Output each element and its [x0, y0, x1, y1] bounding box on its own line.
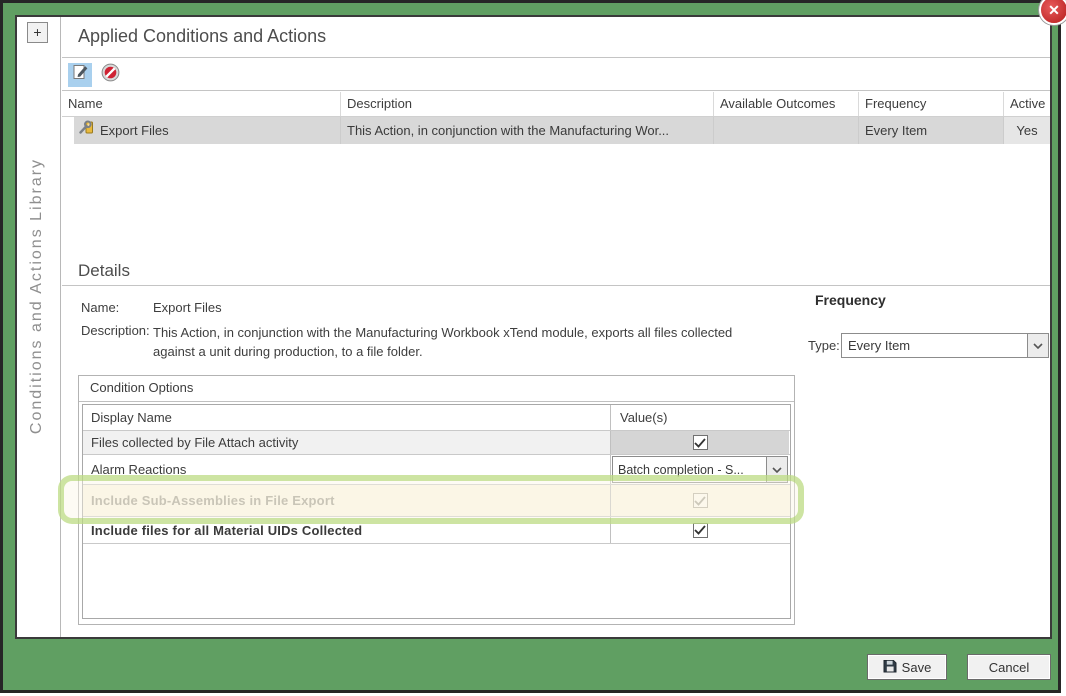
window-frame: + Conditions and Actions Library Applied…: [0, 0, 1061, 693]
condition-table-header: Display Name Value(s): [83, 405, 790, 431]
save-label: Save: [902, 660, 932, 675]
details-description-row: Description: This Action, in conjunction…: [81, 323, 150, 338]
action-icon: [78, 117, 94, 144]
column-header-active[interactable]: Active: [1004, 92, 1050, 116]
condition-options-group: Condition Options Display Name Value(s) …: [78, 375, 795, 625]
chevron-down-icon[interactable]: [1027, 334, 1048, 357]
files-collected-checkbox[interactable]: [693, 435, 708, 450]
frequency-type-dropdown[interactable]: Every Item: [841, 333, 1049, 358]
header: Applied Conditions and Actions: [62, 17, 1050, 58]
sidebar-title: Conditions and Actions Library: [26, 96, 48, 496]
row-active-cell: Yes: [1004, 117, 1050, 144]
column-header-available-outcomes[interactable]: Available Outcomes: [714, 92, 859, 116]
include-material-uids-checkbox[interactable]: [693, 523, 708, 538]
cancel-button[interactable]: Cancel: [967, 654, 1051, 680]
column-header-values: Value(s): [611, 405, 789, 430]
row-description-cell: This Action, in conjunction with the Man…: [341, 117, 714, 144]
column-header-display-name: Display Name: [83, 405, 611, 430]
dialog: + Conditions and Actions Library Applied…: [15, 15, 1052, 639]
condition-name: Include files for all Material UIDs Coll…: [83, 517, 611, 543]
expand-library-button[interactable]: +: [27, 22, 48, 43]
condition-name: Files collected by File Attach activity: [83, 431, 611, 454]
condition-row-files-collected[interactable]: Files collected by File Attach activity: [83, 431, 790, 455]
frequency-type-value: Every Item: [842, 338, 1027, 353]
check-icon: [694, 496, 706, 506]
name-value: Export Files: [153, 300, 222, 315]
cancel-label: Cancel: [989, 660, 1029, 675]
check-icon: [694, 438, 706, 448]
condition-options-table: Display Name Value(s) Files collected by…: [82, 404, 791, 619]
column-header-name[interactable]: Name: [62, 92, 341, 116]
condition-options-title: Condition Options: [90, 380, 193, 395]
description-label: Description:: [81, 323, 150, 338]
column-header-frequency[interactable]: Frequency: [859, 92, 1004, 116]
condition-row-alarm-reactions[interactable]: Alarm Reactions Batch completion - S...: [83, 455, 790, 485]
description-value: This Action, in conjunction with the Man…: [153, 323, 775, 361]
column-header-description[interactable]: Description: [341, 92, 714, 116]
save-icon: [883, 659, 897, 676]
details-title: Details: [78, 261, 130, 281]
sidebar-conditions-library[interactable]: + Conditions and Actions Library: [17, 17, 61, 637]
table-row-export-files[interactable]: Export Files This Action, in conjunction…: [62, 117, 1050, 144]
frequency-type-row: Type: Every Item: [808, 338, 840, 353]
page-title: Applied Conditions and Actions: [78, 26, 326, 47]
row-available-outcomes-cell: [714, 117, 859, 144]
toolbar: [62, 59, 1050, 91]
applied-table-header: Name Description Available Outcomes Freq…: [62, 92, 1050, 117]
alarm-reactions-value: Batch completion - S...: [613, 463, 766, 477]
condition-row-include-material-uids[interactable]: Include files for all Material UIDs Coll…: [83, 517, 790, 544]
row-frequency-cell: Every Item: [859, 117, 1004, 144]
frequency-title: Frequency: [815, 292, 886, 308]
details-name-row: Name: Export Files: [81, 300, 119, 315]
alarm-reactions-dropdown[interactable]: Batch completion - S...: [612, 456, 788, 483]
edit-button[interactable]: [68, 63, 92, 87]
condition-name: Alarm Reactions: [83, 455, 611, 484]
divider: [79, 401, 794, 402]
row-name-cell: Export Files: [74, 117, 341, 144]
details-header: Details: [62, 258, 1050, 286]
chevron-down-icon[interactable]: [766, 457, 787, 482]
save-button[interactable]: Save: [867, 654, 947, 680]
row-name-text: Export Files: [100, 117, 169, 144]
type-label: Type:: [808, 338, 840, 353]
edit-icon: [72, 64, 89, 86]
check-icon: [694, 525, 706, 535]
condition-name: Include Sub-Assemblies in File Export: [83, 485, 611, 516]
row-indent: [62, 117, 74, 144]
condition-row-include-sub-assemblies[interactable]: Include Sub-Assemblies in File Export: [83, 485, 790, 517]
screen: + Conditions and Actions Library Applied…: [0, 0, 1066, 696]
include-sub-assemblies-checkbox[interactable]: [693, 493, 708, 508]
disable-button[interactable]: [98, 63, 122, 87]
name-label: Name:: [81, 300, 119, 315]
disable-icon: [101, 63, 120, 87]
